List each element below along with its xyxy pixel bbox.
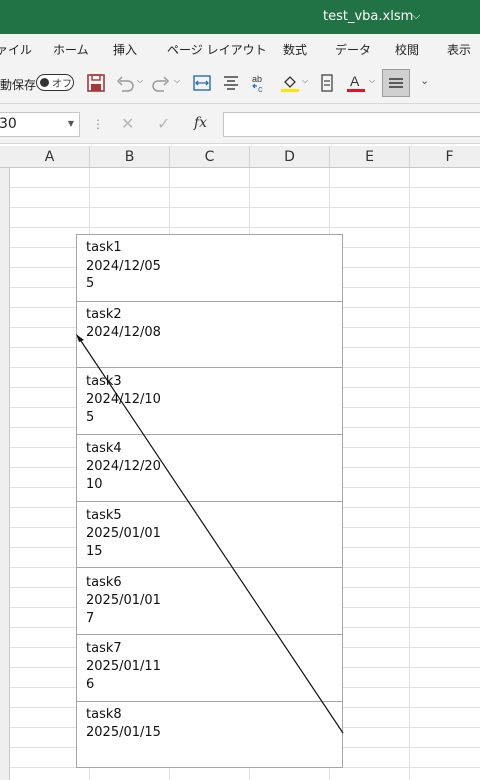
task-name: task3 <box>86 374 122 389</box>
merge-center-icon[interactable] <box>192 72 212 94</box>
task-date: 2024/12/20 <box>86 459 161 474</box>
redo-dropdown-icon[interactable]: ⌵ <box>174 76 180 86</box>
fill-color-icon[interactable] <box>280 72 300 94</box>
task-name: task4 <box>86 441 122 456</box>
column-header-c[interactable]: C <box>170 146 250 168</box>
column-header-e[interactable]: E <box>330 146 410 168</box>
task-name: task7 <box>86 641 122 656</box>
list-item[interactable]: task6 2025/01/01 7 <box>77 568 342 635</box>
cancel-icon[interactable]: ✕ <box>121 114 134 133</box>
task-name: task6 <box>86 575 122 590</box>
task-name: task8 <box>86 707 122 722</box>
ribbon-tabs: ァイル ホーム 挿入 ページ レイアウト 数式 データ 校閲 表示 <box>0 34 480 64</box>
enter-icon[interactable]: ✓ <box>157 114 170 133</box>
save-icon[interactable] <box>86 72 106 94</box>
task-date: 2025/01/01 <box>86 593 161 608</box>
task-date: 2025/01/01 <box>86 526 161 541</box>
cell-style-icon[interactable] <box>318 72 336 94</box>
row-headers[interactable] <box>0 168 10 780</box>
svg-text:ab: ab <box>252 74 262 84</box>
tab-page-layout[interactable]: ページ レイアウト <box>167 41 267 58</box>
name-box-value: 30 <box>0 116 17 132</box>
tab-review[interactable]: 校閲 <box>395 41 419 58</box>
column-header-d[interactable]: D <box>250 146 330 168</box>
redo-icon[interactable] <box>150 72 172 94</box>
task-list-panel[interactable]: task1 2024/12/05 5 task2 2024/12/08 task… <box>76 234 343 768</box>
autosave-label: 動保存 <box>0 78 37 92</box>
column-header-b[interactable]: B <box>90 146 170 168</box>
tab-data[interactable]: データ <box>335 41 371 58</box>
list-item[interactable]: task3 2024/12/10 5 <box>77 368 342 435</box>
name-box-dropdown-icon[interactable]: ▼ <box>68 119 74 128</box>
task-date: 2024/12/10 <box>86 392 161 407</box>
tab-view[interactable]: 表示 <box>447 41 471 58</box>
list-item[interactable]: task8 2025/01/15 <box>77 701 342 768</box>
task-name: task5 <box>86 508 122 523</box>
undo-icon[interactable] <box>114 72 136 94</box>
list-item[interactable]: task7 2025/01/11 6 <box>77 635 342 702</box>
formula-input[interactable] <box>223 112 480 137</box>
task-date: 2025/01/11 <box>86 659 161 674</box>
name-box[interactable]: 30 ▼ <box>0 112 80 137</box>
insert-function-icon[interactable]: fx <box>194 115 207 131</box>
title-bar: test_vba.xlsm ⌵ <box>0 0 480 34</box>
task-date: 2025/01/15 <box>86 725 161 740</box>
undo-dropdown-icon[interactable]: ⌵ <box>137 76 143 86</box>
tab-file[interactable]: ァイル <box>0 41 32 58</box>
task-name: task1 <box>86 240 122 255</box>
font-color-dropdown-icon[interactable]: ⌵ <box>369 76 375 86</box>
column-header-f[interactable]: F <box>410 146 480 168</box>
svg-text:A: A <box>350 73 360 89</box>
task-value: 7 <box>86 611 95 626</box>
column-headers: A B C D E F <box>0 146 480 168</box>
task-value: 15 <box>86 544 103 559</box>
quick-toolbar: 動保存 オフ ⌵ ⌵ ab c ⌵ A ⌵ ⌄ <box>0 64 480 104</box>
list-item[interactable]: task5 2025/01/01 15 <box>77 501 342 568</box>
more-icon[interactable]: ⌄ <box>420 74 429 87</box>
chevron-down-icon[interactable]: ⌵ <box>412 9 420 23</box>
formula-bar-separator-icon: ⋮ <box>92 117 104 131</box>
column-header-a[interactable]: A <box>10 146 90 168</box>
align-middle-button[interactable] <box>382 69 410 97</box>
list-item[interactable]: task4 2024/12/20 10 <box>77 435 342 502</box>
align-center-icon[interactable] <box>222 72 240 94</box>
svg-text:c: c <box>258 84 263 94</box>
wrap-text-icon[interactable]: ab c <box>250 72 270 94</box>
list-item[interactable]: task2 2024/12/08 <box>77 301 342 368</box>
task-date: 2024/12/05 <box>86 259 161 274</box>
autosave-state: オフ <box>52 79 72 90</box>
autosave-toggle[interactable]: オフ <box>36 74 74 91</box>
fill-color-dropdown-icon[interactable]: ⌵ <box>302 76 308 86</box>
file-name[interactable]: test_vba.xlsm <box>323 9 413 24</box>
align-middle-icon <box>389 78 403 88</box>
task-name: task2 <box>86 307 122 322</box>
task-date: 2024/12/08 <box>86 325 161 340</box>
task-value: 5 <box>86 410 95 425</box>
task-value: 10 <box>86 477 103 492</box>
list-item[interactable]: task1 2024/12/05 5 <box>77 235 342 302</box>
task-value: 6 <box>86 677 95 692</box>
task-value: 5 <box>86 276 95 291</box>
toggle-knob <box>40 78 49 87</box>
formula-bar: 30 ▼ ⋮ ✕ ✓ fx <box>0 104 480 144</box>
tab-formulas[interactable]: 数式 <box>283 41 307 58</box>
tab-insert[interactable]: 挿入 <box>113 41 137 58</box>
tab-home[interactable]: ホーム <box>53 41 89 58</box>
font-color-icon[interactable]: A <box>346 72 366 94</box>
